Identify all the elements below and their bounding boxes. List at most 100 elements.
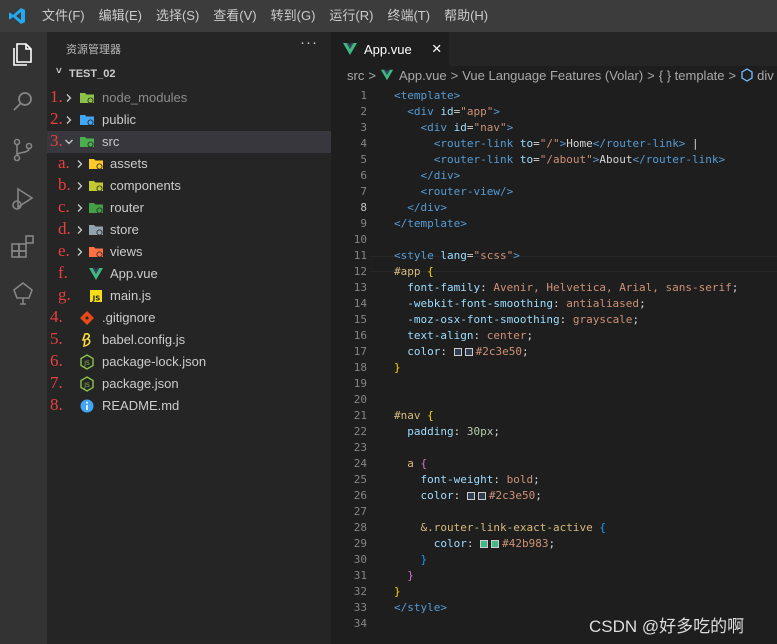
tree-item-main-js[interactable]: g. JS main.js bbox=[47, 285, 331, 307]
search-icon[interactable] bbox=[8, 87, 38, 117]
line-number: 2 bbox=[360, 105, 367, 118]
code-line: </template> bbox=[394, 217, 467, 230]
code-line: <router-link to="/about">About</router-l… bbox=[433, 153, 726, 166]
menu-item[interactable]: 终端(T) bbox=[380, 0, 437, 32]
chevron-right-icon bbox=[64, 87, 74, 109]
code-line: &.router-link-exact-active { bbox=[420, 521, 606, 534]
code-line: } bbox=[394, 585, 401, 598]
tab-app-vue[interactable]: App.vue × bbox=[331, 32, 449, 66]
line-number: 10 bbox=[353, 233, 367, 246]
line-number: 16 bbox=[353, 329, 367, 342]
source-control-icon[interactable] bbox=[8, 135, 38, 165]
code-editor[interactable]: 1 <template> 2 <div id="app"> 3 <div id="na… bbox=[331, 88, 777, 644]
tree-item-store[interactable]: d. store bbox=[47, 219, 331, 241]
vscode-logo-icon[interactable] bbox=[0, 0, 34, 32]
annotation-number: 4. bbox=[50, 307, 63, 326]
tree-item-assets[interactable]: a. assets bbox=[47, 153, 331, 175]
extensions-icon[interactable] bbox=[8, 231, 38, 261]
line-number: 3 bbox=[360, 121, 367, 134]
line-number: 25 bbox=[353, 473, 367, 486]
color-swatch[interactable] bbox=[480, 540, 489, 548]
run-debug-icon[interactable] bbox=[8, 183, 38, 213]
tree-item-babel-config-js[interactable]: 5. babel.config.js bbox=[47, 329, 331, 351]
menu-item[interactable]: 运行(R) bbox=[322, 0, 380, 32]
annotation-number: b. bbox=[58, 175, 71, 194]
tree-item-readme-md[interactable]: 8. README.md bbox=[47, 395, 331, 417]
folder-store-icon bbox=[88, 222, 104, 238]
tree-item--gitignore[interactable]: 4. .gitignore bbox=[47, 307, 331, 329]
code-line: <router-view/> bbox=[420, 185, 514, 198]
menu-item[interactable]: 转到(G) bbox=[264, 0, 323, 32]
annotation-number: 6. bbox=[50, 351, 63, 370]
annotation-number: 7. bbox=[50, 373, 63, 392]
folder-router-icon bbox=[88, 200, 104, 216]
chevron-right-icon bbox=[75, 241, 85, 263]
line-number: 24 bbox=[353, 457, 367, 470]
chevron-down-icon: > bbox=[52, 67, 64, 73]
line-number: 6 bbox=[360, 169, 367, 182]
color-swatch[interactable] bbox=[466, 492, 475, 500]
folder-assets-icon bbox=[88, 156, 104, 172]
breadcrumb-item[interactable]: App.vue bbox=[399, 68, 447, 83]
explorer-sidebar: 资源管理器 ··· > TEST_02 1. node_modules 2. publ… bbox=[47, 32, 331, 644]
code-line: color: #2c3e50; bbox=[420, 489, 542, 502]
breadcrumb-item[interactable]: src bbox=[347, 68, 364, 83]
tree-item-node-modules[interactable]: 1. node_modules bbox=[47, 87, 331, 109]
tree-item-router[interactable]: c. router bbox=[47, 197, 331, 219]
explorer-icon[interactable] bbox=[8, 38, 38, 68]
code-line: <router-link to="/">Home</router-link> | bbox=[433, 137, 699, 150]
chevron-right-icon bbox=[75, 175, 85, 197]
color-swatch[interactable] bbox=[464, 348, 473, 356]
folder-components-icon bbox=[88, 178, 104, 194]
color-swatch[interactable] bbox=[491, 540, 500, 548]
element-icon bbox=[740, 68, 754, 83]
tree-item-src[interactable]: 3. src bbox=[47, 131, 331, 153]
code-line: </style> bbox=[394, 601, 447, 614]
code-line: </div> bbox=[407, 201, 447, 214]
tree-item-label: public bbox=[102, 112, 136, 127]
tree-item-label: README.md bbox=[102, 398, 180, 413]
tab-label: App.vue bbox=[364, 41, 412, 57]
breadcrumb-item[interactable]: div bbox=[757, 68, 774, 83]
menu-item[interactable]: 选择(S) bbox=[149, 0, 206, 32]
code-line: font-weight: bold; bbox=[420, 473, 540, 486]
vue-file-icon bbox=[342, 41, 358, 57]
tree-item-public[interactable]: 2. public bbox=[47, 109, 331, 131]
color-swatch[interactable] bbox=[477, 492, 486, 500]
annotation-number: a. bbox=[58, 153, 70, 172]
tree-item-app-vue[interactable]: f. App.vue bbox=[47, 263, 331, 285]
folder-node-icon bbox=[79, 90, 95, 106]
tree-item-label: assets bbox=[110, 156, 148, 171]
project-header[interactable]: > TEST_02 bbox=[51, 67, 116, 80]
breadcrumb-item[interactable]: { } template bbox=[659, 68, 725, 83]
tree-item-package-lock-json[interactable]: 6. JS package-lock.json bbox=[47, 351, 331, 373]
more-actions-icon[interactable]: ··· bbox=[300, 34, 318, 51]
menu-item[interactable]: 文件(F) bbox=[35, 0, 92, 32]
line-number: 27 bbox=[353, 505, 367, 518]
tree-item-components[interactable]: b. components bbox=[47, 175, 331, 197]
line-number: 19 bbox=[353, 377, 367, 390]
tree-item-package-json[interactable]: 7. JS package.json bbox=[47, 373, 331, 395]
code-line: <template> bbox=[394, 89, 461, 102]
menu-item[interactable]: 编辑(E) bbox=[92, 0, 149, 32]
breadcrumb-item[interactable]: Vue Language Features (Volar) bbox=[462, 68, 643, 83]
menu-item[interactable]: 帮助(H) bbox=[437, 0, 495, 32]
color-swatch[interactable] bbox=[453, 348, 462, 356]
close-icon[interactable]: × bbox=[432, 39, 442, 59]
chevron-right-icon bbox=[64, 109, 74, 131]
editor-area: App.vue × src > App.vue > Vue Language Featu… bbox=[331, 32, 777, 644]
tree-item-views[interactable]: e. views bbox=[47, 241, 331, 263]
tree-item-label: src bbox=[102, 134, 120, 149]
chevron-right-icon bbox=[75, 219, 85, 241]
line-number: 22 bbox=[353, 425, 367, 438]
line-number: 12 bbox=[353, 265, 367, 278]
remote-tree-icon[interactable] bbox=[8, 278, 38, 308]
menu-item[interactable]: 查看(V) bbox=[206, 0, 263, 32]
line-number: 4 bbox=[360, 137, 367, 150]
line-number: 11 bbox=[353, 249, 367, 262]
folder-views-icon bbox=[88, 244, 104, 260]
folder-src-icon bbox=[79, 134, 95, 150]
line-number: 8 bbox=[360, 201, 367, 214]
line-number: 23 bbox=[353, 441, 367, 454]
line-number: 21 bbox=[353, 409, 367, 422]
